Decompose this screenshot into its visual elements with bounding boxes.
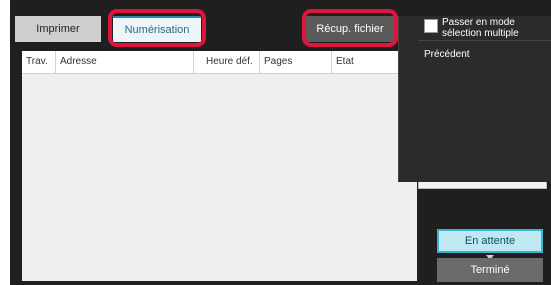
- multi-select-label[interactable]: Passer en mode sélection multiple: [442, 17, 547, 39]
- column-header-time[interactable]: Heure déf.: [194, 51, 260, 73]
- previous-button[interactable]: Précédent: [424, 49, 470, 60]
- completed-jobs-button[interactable]: Terminé: [437, 258, 543, 282]
- table-header: Trav. Adresse Heure déf. Pages Etat: [22, 51, 417, 74]
- tab-print[interactable]: Imprimer: [15, 16, 101, 42]
- column-header-pages[interactable]: Pages: [260, 51, 332, 73]
- waiting-jobs-button[interactable]: En attente: [437, 229, 543, 253]
- multi-select-checkbox[interactable]: [424, 19, 438, 33]
- column-header-job[interactable]: Trav.: [22, 51, 56, 73]
- tab-file-retrieval[interactable]: Récup. fichier: [306, 16, 412, 42]
- right-panel-edge: [418, 182, 547, 189]
- menu-divider: [418, 40, 551, 41]
- tab-scan[interactable]: Numérisation: [113, 16, 201, 42]
- job-list-table: Trav. Adresse Heure déf. Pages Etat: [22, 51, 417, 281]
- column-header-address[interactable]: Adresse: [56, 51, 194, 73]
